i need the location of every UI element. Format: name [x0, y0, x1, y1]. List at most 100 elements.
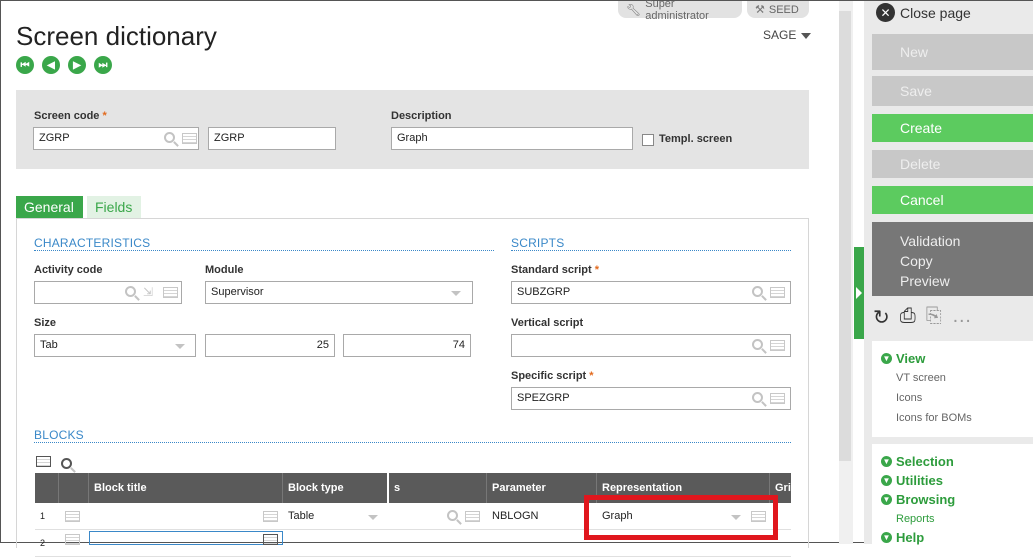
- folder-badge-label: SEED: [768, 3, 799, 16]
- detail-icon[interactable]: [263, 511, 278, 522]
- screen-code-copy-field[interactable]: ZGRP: [208, 127, 336, 150]
- chevron-down-icon: ▼: [881, 353, 892, 364]
- specific-script-field[interactable]: SPEZGRP: [511, 387, 791, 410]
- user-badge-label: Super administrator: [645, 0, 709, 22]
- column-header[interactable]: Parameter: [487, 473, 597, 503]
- view-link-icons-boms[interactable]: Icons for BOMs: [896, 412, 972, 424]
- description-field[interactable]: Graph: [391, 127, 633, 150]
- reports-link[interactable]: Reports: [896, 513, 935, 525]
- chevron-down-icon: ▼: [881, 532, 892, 543]
- view-link-vt-screen[interactable]: VT screen: [896, 372, 946, 384]
- scrollbar-thumb[interactable]: [839, 11, 851, 461]
- tab-fields[interactable]: Fields: [87, 196, 141, 219]
- folder-badge[interactable]: ⚒ SEED: [747, 1, 809, 18]
- chevron-down-icon: [451, 291, 461, 296]
- activity-code-label: Activity code: [34, 264, 103, 276]
- close-page-label: Close page: [900, 4, 971, 21]
- specific-script-label: Specific script *: [511, 370, 594, 382]
- collapse-panel-handle[interactable]: [854, 247, 864, 339]
- attachment-icon[interactable]: ⎘: [926, 305, 942, 330]
- chevron-down-icon: [368, 515, 378, 520]
- utilities-section-title[interactable]: ▼ Utilities: [881, 473, 943, 488]
- selection-section-title[interactable]: ▼ Selection: [881, 454, 954, 469]
- actions-menu: Validation Copy Preview: [872, 222, 1033, 296]
- vertical-script-field[interactable]: [511, 334, 791, 357]
- search-icon[interactable]: [164, 132, 175, 143]
- row-actions-header: [59, 473, 89, 503]
- open-record-icon[interactable]: ⇲: [143, 286, 153, 299]
- highlight-box: [584, 495, 778, 540]
- search-icon[interactable]: [61, 458, 72, 469]
- browsing-section-title[interactable]: ▼ Browsing: [881, 492, 955, 507]
- column-header[interactable]: Block title: [89, 473, 283, 503]
- search-icon[interactable]: [752, 392, 763, 403]
- module-select[interactable]: Supervisor: [205, 281, 473, 304]
- pin-icon: ⚒: [755, 4, 765, 16]
- section-divider: [34, 442, 791, 443]
- templ-screen-checkbox[interactable]: [642, 134, 654, 146]
- detail-icon[interactable]: [770, 393, 785, 404]
- detail-icon[interactable]: [163, 287, 178, 298]
- standard-script-label: Standard script *: [511, 264, 600, 276]
- cancel-button[interactable]: Cancel: [872, 186, 1033, 214]
- detail-icon[interactable]: [465, 511, 480, 522]
- validation-button[interactable]: Validation: [900, 231, 1033, 251]
- tab-general[interactable]: General: [16, 196, 83, 219]
- detail-icon[interactable]: [182, 133, 197, 144]
- vertical-script-label: Vertical script: [511, 317, 584, 329]
- close-icon: ✕: [876, 3, 895, 22]
- previous-record-icon[interactable]: ◀: [42, 56, 60, 74]
- page-title: Screen dictionary: [16, 21, 217, 51]
- size-label: Size: [34, 317, 57, 329]
- parameter-cell[interactable]: NBLOGN: [487, 503, 597, 530]
- record-navigation: ⏮︎ ◀ ▶ ⏭︎: [16, 56, 112, 74]
- next-record-icon[interactable]: ▶: [68, 56, 86, 74]
- standard-script-field[interactable]: SUBZGRP: [511, 281, 791, 304]
- size-select[interactable]: Tab: [34, 334, 196, 357]
- comment-icon[interactable]: …: [952, 305, 972, 330]
- new-button[interactable]: New: [872, 34, 1033, 70]
- chevron-down-icon: ▼: [881, 456, 892, 467]
- first-record-icon[interactable]: ⏮︎: [16, 56, 34, 74]
- search-icon[interactable]: [125, 286, 136, 297]
- row-detail-icon[interactable]: [65, 534, 80, 545]
- copy-button[interactable]: Copy: [900, 251, 1033, 271]
- search-icon[interactable]: [752, 339, 763, 350]
- templ-screen-label: Templ. screen: [659, 133, 733, 145]
- refresh-icon[interactable]: ↻: [873, 305, 890, 330]
- last-record-icon[interactable]: ⏭︎: [94, 56, 112, 74]
- row-number-header: [35, 473, 59, 503]
- view-section-title[interactable]: ▼ View: [881, 351, 925, 366]
- row-detail-icon[interactable]: [65, 511, 80, 522]
- view-link-icons[interactable]: Icons: [896, 392, 922, 404]
- section-divider: [34, 250, 494, 251]
- save-button[interactable]: Save: [872, 76, 1033, 106]
- detail-icon[interactable]: [770, 287, 785, 298]
- screen-code-label: Screen code *: [34, 110, 107, 122]
- user-badge[interactable]: 🔧︎ Super administrator: [618, 0, 742, 22]
- column-header[interactable]: Block type: [283, 473, 389, 503]
- row-number: 1: [40, 511, 46, 521]
- description-label: Description: [391, 110, 452, 122]
- table-options-icon[interactable]: [36, 456, 51, 467]
- create-button[interactable]: Create: [872, 114, 1033, 142]
- search-icon[interactable]: [752, 286, 763, 297]
- size-height-field[interactable]: 74: [343, 334, 471, 357]
- module-label: Module: [205, 264, 244, 276]
- section-divider: [511, 250, 791, 251]
- screen-code-field[interactable]: ZGRP: [33, 127, 199, 150]
- size-width-field[interactable]: 25: [205, 334, 335, 357]
- column-header[interactable]: s: [389, 473, 487, 503]
- search-icon[interactable]: [447, 510, 458, 521]
- close-page-button[interactable]: ✕ Close page: [876, 3, 971, 22]
- print-icon[interactable]: ⎙︎: [900, 305, 916, 330]
- folder-selector[interactable]: SAGE: [763, 28, 811, 42]
- characteristics-section-title: CHARACTERISTICS: [34, 236, 151, 250]
- detail-icon[interactable]: [263, 534, 278, 545]
- detail-icon[interactable]: [770, 340, 785, 351]
- preview-button[interactable]: Preview: [900, 271, 1033, 291]
- activity-code-field[interactable]: ⇲: [34, 281, 182, 304]
- delete-button[interactable]: Delete: [872, 150, 1033, 178]
- wrench-icon: 🔧︎: [626, 2, 642, 17]
- block-title-cell[interactable]: [89, 503, 283, 530]
